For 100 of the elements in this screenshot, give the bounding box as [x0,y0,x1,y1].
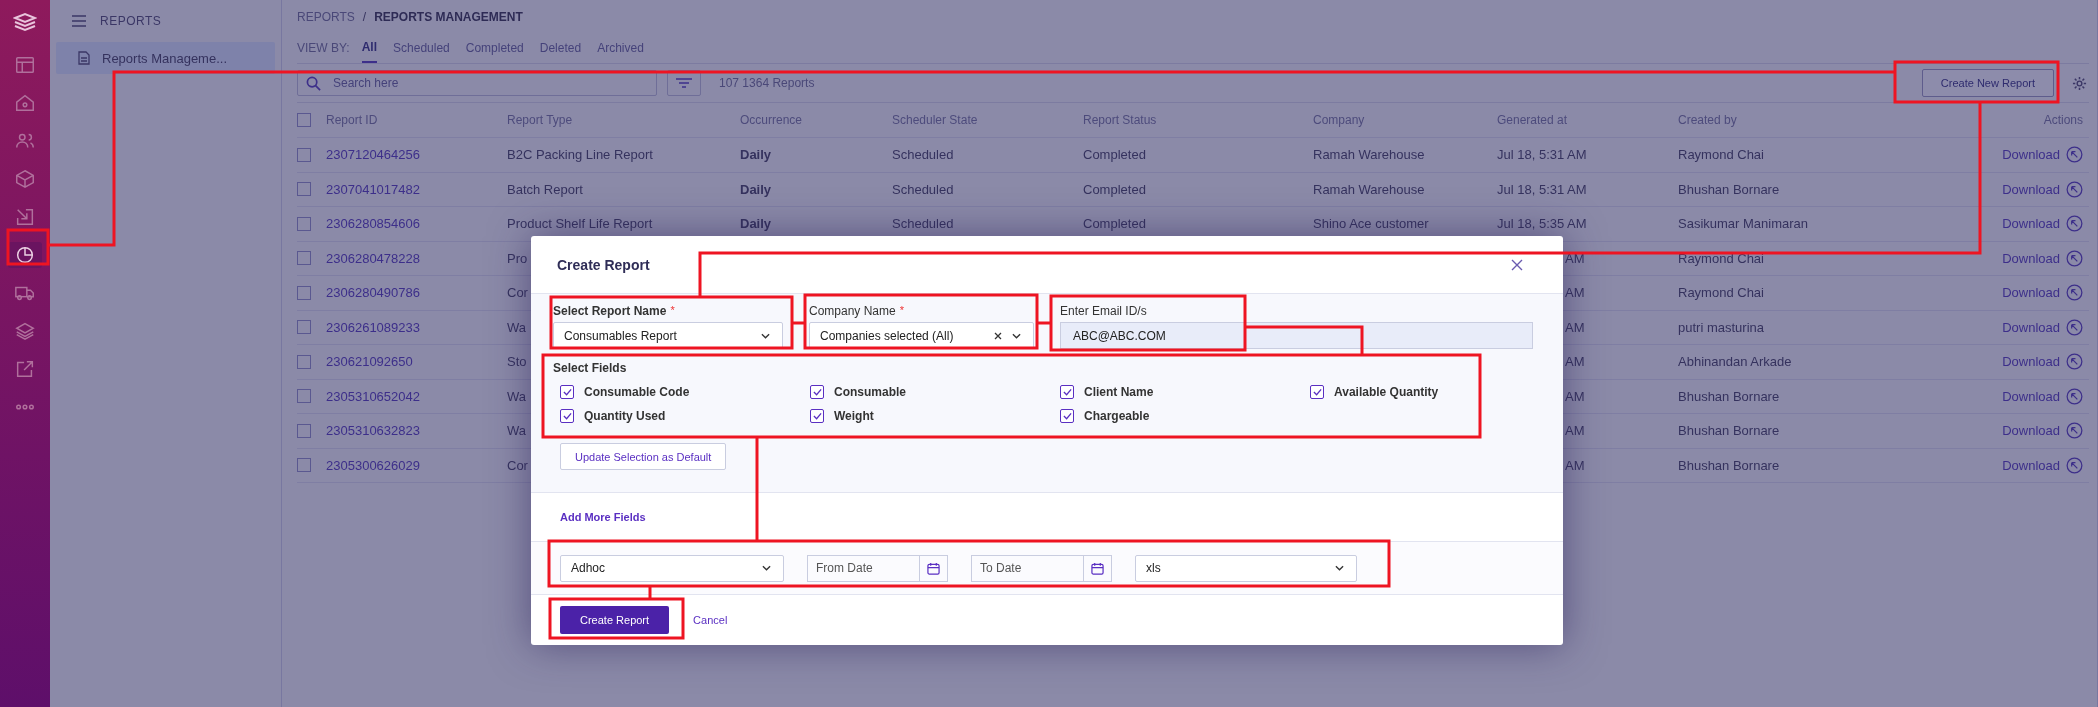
report-select[interactable]: Consumables Report [553,322,783,349]
report-id-link[interactable]: 2306261089233 [326,319,420,335]
close-icon[interactable] [1511,258,1523,271]
field-checkbox[interactable] [810,385,824,399]
report-id-link[interactable]: 2305310632823 [326,423,420,439]
report-id-link[interactable]: 2306280854606 [326,216,420,232]
download-link[interactable]: Download [2002,285,2060,301]
row-checkbox[interactable] [297,147,311,162]
date-input[interactable]: To Date [972,555,1083,581]
row-checkbox[interactable] [297,423,311,438]
create-report-button[interactable]: Create New Report [1921,69,2054,97]
report-select[interactable]: Companies selected (All) [809,322,1034,349]
check-icon [812,388,822,396]
report-id-link[interactable]: 2307041017482 [326,181,420,197]
download-icon[interactable] [2066,284,2083,302]
select-all-checkbox[interactable] [297,113,311,127]
field-checkbox[interactable] [560,409,574,423]
row-checkbox[interactable] [297,354,311,369]
row-checkbox[interactable] [297,216,311,231]
download-link[interactable]: Download [2002,250,2060,266]
email-field[interactable]: ABC@ABC.COM [1060,322,1533,349]
report-id-link[interactable]: 2306280490786 [326,285,420,301]
download-icon[interactable] [2066,353,2083,371]
field-checkbox[interactable] [1310,385,1324,399]
date-picker[interactable]: From Date [807,554,948,582]
date-input[interactable]: From Date [808,555,919,581]
calendar-icon[interactable] [927,561,940,575]
row-checkbox[interactable] [297,182,311,197]
check-icon [562,412,572,420]
download-link[interactable]: Download [2002,181,2060,197]
download-icon[interactable] [2066,146,2083,164]
menu-icon[interactable] [72,15,86,27]
report-id-link[interactable]: 2305310652042 [326,388,420,404]
box-icon[interactable] [14,168,36,190]
row-checkbox[interactable] [297,285,311,300]
create-report-submit-button[interactable]: Create Report [560,606,670,634]
download-icon[interactable] [2066,249,2083,267]
field-checkbox[interactable] [1060,385,1074,399]
breadcrumb-link[interactable]: REPORTS [297,9,355,24]
download-icon[interactable] [2066,215,2083,233]
check-icon [1062,412,1072,420]
sidebar-item[interactable]: Reports Manageme... [56,42,275,74]
table-cell: AM [1565,423,1585,439]
home-icon[interactable] [14,92,36,114]
add-fields-link[interactable]: Add More Fields [560,511,646,523]
checkbox-label: Consumable [834,385,906,399]
download-link[interactable]: Download [2002,216,2060,232]
table-cell: Completed [1083,181,1146,197]
layout-icon[interactable] [14,54,36,76]
table-cell: Daily [740,181,772,197]
clear-icon[interactable] [994,331,1002,340]
caret-icon [761,332,770,339]
layers-icon[interactable] [14,320,36,342]
filter-tab[interactable]: All [361,33,378,63]
download-icon[interactable] [2066,387,2083,405]
pie-chart-icon[interactable] [14,244,36,266]
field-checkbox[interactable] [1060,409,1074,423]
date-picker[interactable]: To Date [971,554,1112,582]
filter-tab[interactable]: Archived [597,33,644,63]
table-cell: Wa [507,388,527,404]
download-link[interactable]: Download [2002,319,2060,335]
report-id-link[interactable]: 2307120464256 [326,147,420,163]
search-box[interactable]: Search here [297,70,657,96]
download-icon[interactable] [2066,318,2083,336]
filter-tab[interactable]: Scheduled [393,33,450,63]
download-icon[interactable] [2066,456,2083,474]
filter-button[interactable] [667,70,701,96]
report-id-link[interactable]: 230621092650 [326,354,413,370]
row-checkbox[interactable] [297,251,311,266]
field-checkbox[interactable] [810,409,824,423]
search-input[interactable]: Search here [331,75,656,91]
table-cell: Bhushan Bornare [1678,388,1780,404]
download-link[interactable]: Download [2002,457,2060,473]
download-link[interactable]: Download [2002,423,2060,439]
cancel-link[interactable]: Cancel [693,614,728,626]
report-id-link[interactable]: 2306280478228 [326,250,420,266]
row-checkbox[interactable] [297,320,311,335]
field-label: Enter Email ID/s [1060,304,1147,320]
download-link[interactable]: Download [2002,147,2060,163]
settings-icon[interactable] [2072,75,2087,91]
filter-tab[interactable]: Deleted [539,33,582,63]
row-checkbox[interactable] [297,458,311,473]
download-link[interactable]: Download [2002,354,2060,370]
checkbox-label: Weight [834,409,874,423]
report-id-link[interactable]: 2305300626029 [326,457,420,473]
filter-tab[interactable]: Completed [465,33,524,63]
download-link[interactable]: Download [2002,388,2060,404]
dropdown[interactable]: xls [1135,554,1357,582]
update-default-button[interactable]: Update Selection as Default [560,443,727,470]
download-icon[interactable] [2066,180,2083,198]
check-icon [562,388,572,396]
calendar-icon[interactable] [1091,561,1104,575]
row-checkbox[interactable] [297,389,311,404]
download-icon[interactable] [2066,422,2083,440]
table-cell: AM [1565,388,1585,404]
field-checkbox[interactable] [560,385,574,399]
external-link-icon[interactable] [14,358,36,380]
table-cell: Raymond Chai [1678,147,1764,163]
dropdown[interactable]: Adhoc [560,554,784,582]
table-cell: Raymond Chai [1678,285,1764,301]
